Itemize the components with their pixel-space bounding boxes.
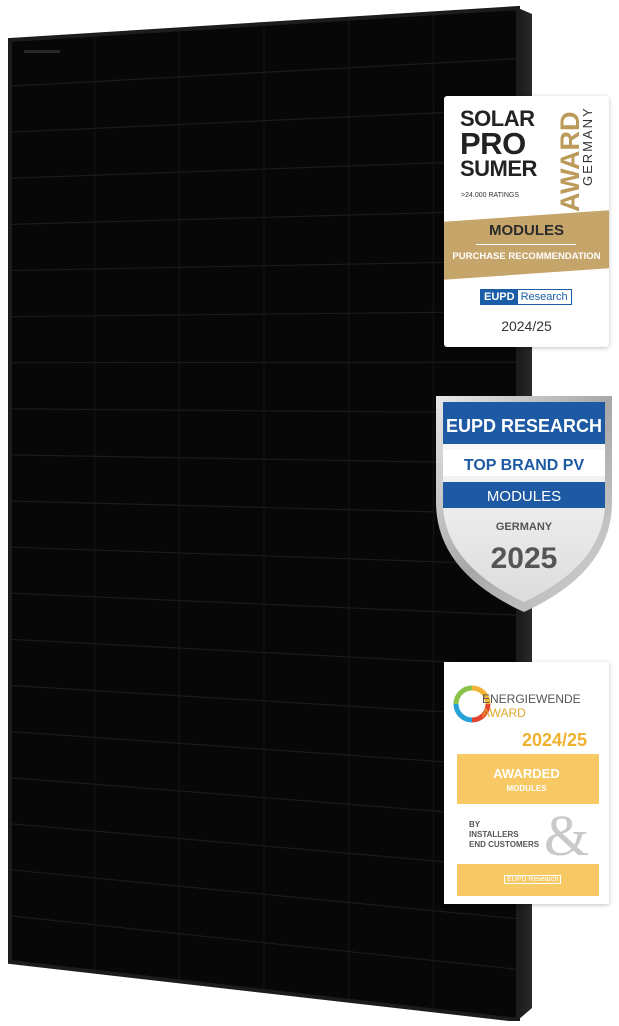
year-label: 2024/25	[501, 318, 552, 334]
country-label: GERMANY	[580, 106, 595, 186]
gold-ribbon	[444, 209, 609, 281]
shield-year: 2025	[491, 542, 558, 575]
shield-header: EUPD RESEARCH	[446, 416, 602, 436]
energiewende-award-badge: ENERGIEWENDE AWARD 2024/25 AWARDED MODUL…	[444, 662, 609, 904]
year-label: 2024/25	[522, 730, 588, 750]
awarded-label: AWARDED	[493, 766, 560, 781]
ampersand-glyph: &	[544, 803, 590, 868]
title-line-pro: PRO	[460, 126, 526, 161]
ratings-label: >24.000 RATINGS	[461, 192, 520, 199]
eupd-logo-text: EUPD	[481, 290, 518, 304]
badge-title: SOLAR PRO SUMER	[460, 108, 537, 181]
shield-graphic: EUPD RESEARCH TOP BRAND PV MODULES GERMA…	[436, 396, 612, 612]
by-line-1: BY	[469, 820, 481, 829]
eupd-research-footer: EUPD Research	[504, 875, 562, 884]
award-subname: AWARD	[482, 706, 526, 720]
research-logo-text: Research	[520, 291, 568, 303]
shield-country: GERMANY	[496, 521, 553, 533]
solar-prosumer-award-badge: SOLAR PRO SUMER AWARD GERMANY >24.000 RA…	[444, 96, 609, 347]
subtitle-label: PURCHASE RECOMMENDATION	[452, 251, 601, 262]
top-brand-pv-shield-badge: EUPD RESEARCH TOP BRAND PV MODULES GERMA…	[434, 392, 614, 614]
shield-title: TOP BRAND PV	[464, 457, 585, 474]
by-line-2: INSTALLERS	[469, 830, 519, 839]
by-text: BY INSTALLERS END CUSTOMERS	[469, 820, 539, 850]
by-line-3: END CUSTOMERS	[469, 840, 540, 849]
divider	[476, 244, 576, 245]
award-name: ENERGIEWENDE	[482, 692, 581, 706]
eupd-logo: EUPD Research	[480, 289, 572, 305]
shield-category: MODULES	[487, 488, 561, 505]
category-label: MODULES	[506, 784, 547, 793]
category-label: MODULES	[489, 222, 564, 239]
title-line-sumer: SUMER	[460, 156, 537, 181]
